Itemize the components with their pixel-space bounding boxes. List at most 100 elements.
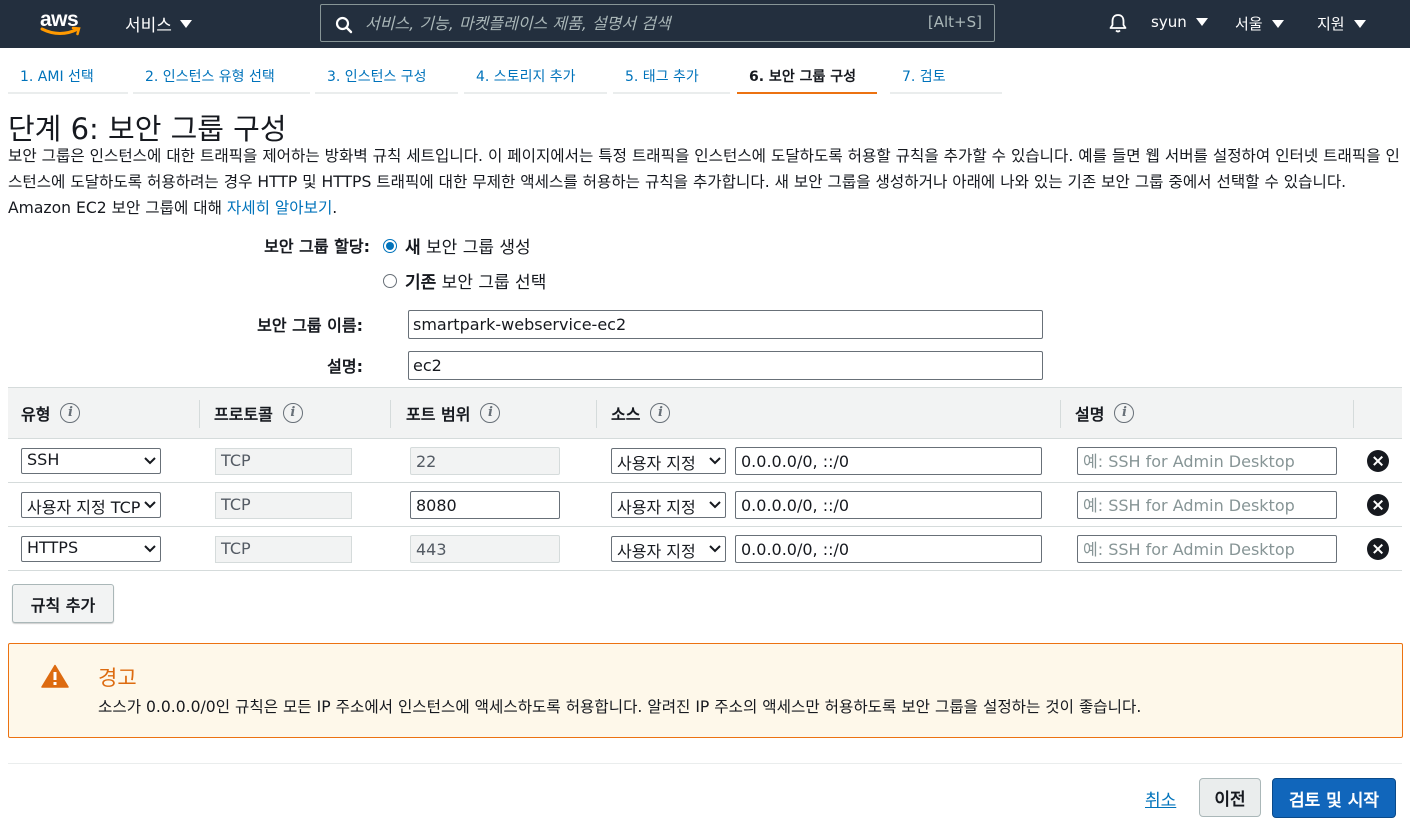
table-row: 사용자 지정 TCP TCP 사용자 지정 (8, 483, 1402, 527)
column-divider (1060, 400, 1061, 428)
source-cidr-input[interactable] (735, 447, 1042, 475)
col-protocol: 프로토콜 i (214, 401, 303, 425)
delete-rule-icon[interactable] (1367, 450, 1389, 472)
step-add-storage[interactable]: 4. 스토리지 추가 (464, 56, 607, 94)
support-label: 지원 (1317, 15, 1345, 33)
warning-icon (41, 664, 69, 688)
support-menu[interactable]: 지원 (1317, 13, 1366, 34)
step-security-group[interactable]: 6. 보안 그룹 구성 (737, 56, 877, 94)
radio-selected-icon[interactable] (383, 238, 397, 253)
page-title: 단계 6: 보안 그룹 구성 (8, 112, 287, 146)
step-configure-instance[interactable]: 3. 인스턴스 구성 (315, 56, 458, 94)
col-type: 유형 i (21, 401, 81, 425)
col-type-label: 유형 (21, 405, 51, 424)
rule-desc-input[interactable] (1077, 491, 1337, 519)
group-desc-label: 설명: (327, 357, 363, 376)
delete-rule-icon[interactable] (1367, 538, 1389, 560)
cancel-link[interactable]: 취소 (1145, 786, 1176, 811)
rule-type-select[interactable]: SSH (21, 448, 161, 474)
protocol-field: TCP (215, 536, 352, 563)
chevron-down-icon (144, 545, 156, 553)
step-instance-type[interactable]: 2. 인스턴스 유형 선택 (133, 56, 310, 94)
info-icon[interactable]: i (282, 403, 303, 423)
user-menu[interactable]: syun (1151, 13, 1208, 31)
caret-down-icon (179, 19, 192, 28)
caret-down-icon (1271, 19, 1284, 28)
column-divider (390, 400, 391, 428)
port-input (410, 535, 560, 563)
source-type-value: 사용자 지정 (617, 542, 696, 561)
caret-down-icon (1195, 18, 1208, 26)
radio-new-bold: 새 (405, 238, 421, 258)
group-name-input[interactable] (408, 310, 1043, 339)
protocol-field: TCP (215, 448, 352, 475)
chevron-down-icon (709, 501, 721, 509)
assignment-label: 보안 그룹 할당: (264, 237, 370, 256)
source-type-select[interactable]: 사용자 지정 (611, 492, 726, 518)
rule-desc-input[interactable] (1077, 447, 1337, 475)
step-ami[interactable]: 1. AMI 선택 (8, 56, 128, 94)
services-menu[interactable]: 서비스 (125, 11, 192, 36)
radio-existing-group[interactable]: 기존 보안 그룹 선택 (383, 268, 546, 293)
previous-button[interactable]: 이전 (1199, 778, 1261, 817)
protocol-field: TCP (215, 492, 352, 519)
radio-new-group[interactable]: 새 보안 그룹 생성 (383, 233, 531, 258)
column-divider (199, 400, 200, 428)
search-input[interactable] (365, 9, 925, 37)
source-type-select[interactable]: 사용자 지정 (611, 448, 726, 474)
col-port: 포트 범위 i (406, 401, 501, 425)
radio-unselected-icon[interactable] (383, 273, 397, 288)
info-icon[interactable]: i (1114, 403, 1135, 423)
rule-type-select[interactable]: 사용자 지정 TCP (21, 492, 161, 518)
radio-new-label: 새 보안 그룹 생성 (405, 233, 531, 258)
aws-smile-icon (40, 26, 81, 36)
services-label: 서비스 (125, 16, 172, 36)
radio-existing-bold: 기존 (405, 273, 437, 293)
source-type-select[interactable]: 사용자 지정 (611, 536, 726, 562)
port-input[interactable] (410, 491, 560, 519)
warning-alert: 경고 소스가 0.0.0.0/0인 규칙은 모든 IP 주소에서 인스턴스에 액… (8, 643, 1403, 738)
group-name-label: 보안 그룹 이름: (257, 316, 363, 335)
source-type-value: 사용자 지정 (617, 498, 696, 517)
learn-more-link[interactable]: 자세히 알아보기 (227, 199, 332, 217)
info-icon[interactable]: i (480, 403, 501, 423)
aws-logo[interactable]: aws (40, 8, 84, 38)
step-review[interactable]: 7. 검토 (890, 56, 1002, 94)
radio-new-rest: 보안 그룹 생성 (420, 238, 531, 258)
column-divider (596, 400, 597, 428)
warning-text: 소스가 0.0.0.0/0인 규칙은 모든 IP 주소에서 인스턴스에 액세스하… (98, 698, 1142, 716)
info-icon[interactable]: i (650, 403, 671, 423)
intro-period: . (332, 199, 338, 217)
step-add-tags[interactable]: 5. 태그 추가 (613, 56, 730, 94)
search-box[interactable]: [Alt+S] (320, 4, 995, 42)
rules-table-header: 유형 i 프로토콜 i 포트 범위 i 소스 i 설명 i (8, 387, 1402, 439)
search-shortcut-hint: [Alt+S] (927, 13, 982, 31)
source-cidr-input[interactable] (735, 491, 1042, 519)
source-cidr-input[interactable] (735, 535, 1042, 563)
col-source-label: 소스 (611, 405, 641, 424)
delete-rule-icon[interactable] (1367, 494, 1389, 516)
caret-down-icon (1353, 19, 1366, 28)
rule-type-value: HTTPS (27, 538, 79, 557)
review-and-launch-button[interactable]: 검토 및 시작 (1272, 778, 1396, 818)
info-icon[interactable]: i (60, 403, 81, 423)
rule-type-value: 사용자 지정 TCP (27, 498, 141, 517)
rule-type-select[interactable]: HTTPS (21, 536, 161, 562)
region-menu[interactable]: 서울 (1235, 13, 1284, 34)
radio-existing-label: 기존 보안 그룹 선택 (405, 268, 546, 293)
group-desc-input[interactable] (408, 351, 1043, 380)
rule-type-value: SSH (27, 450, 60, 469)
chevron-down-icon (144, 457, 156, 465)
table-row: SSH TCP 사용자 지정 (8, 439, 1402, 483)
add-rule-button[interactable]: 규칙 추가 (12, 584, 114, 623)
col-source: 소스 i (611, 401, 671, 425)
table-row: HTTPS TCP 사용자 지정 (8, 527, 1402, 571)
search-icon (335, 16, 353, 34)
rule-desc-input[interactable] (1077, 535, 1337, 563)
notification-bell-icon[interactable] (1107, 12, 1129, 34)
col-description: 설명 i (1075, 401, 1135, 425)
chevron-down-icon (709, 545, 721, 553)
col-description-label: 설명 (1075, 405, 1105, 424)
col-port-label: 포트 범위 (406, 405, 471, 424)
column-divider (1353, 400, 1354, 428)
